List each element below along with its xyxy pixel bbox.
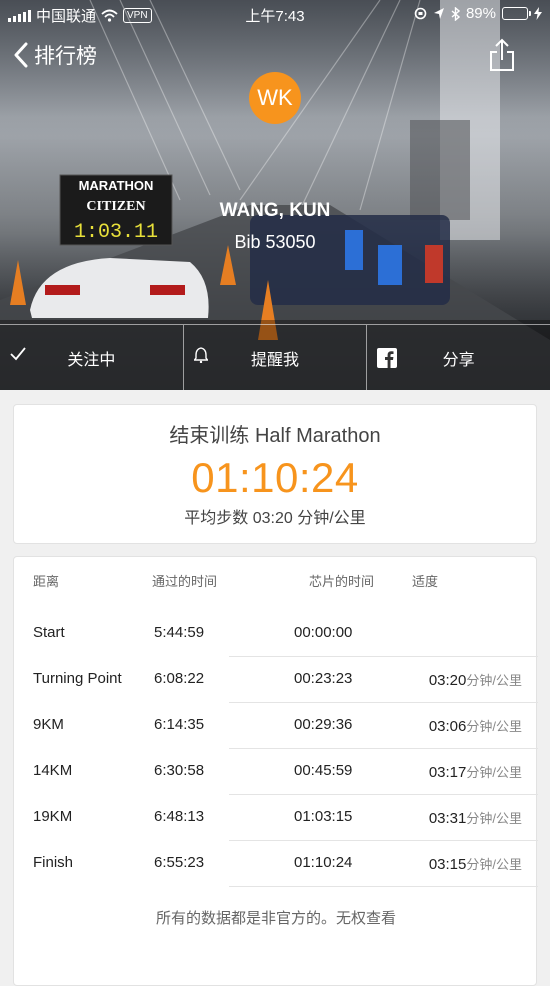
status-bar: 中国联通 VPN 上午7:43 89% (0, 0, 550, 28)
status-right-group: 89% (414, 5, 542, 22)
bluetooth-icon (451, 6, 460, 21)
table-row[interactable]: Finish 6:55:23 01:10:24 03:15分钟/公里 (14, 841, 538, 887)
avatar: WK (249, 72, 301, 124)
runner-name: WANG, KUN (219, 200, 331, 221)
row-pace-value: 03:20 (428, 672, 467, 689)
pace-unit: 分钟/公里 (466, 857, 522, 872)
pace-unit: 分钟/公里 (466, 811, 522, 826)
battery-percent: 89% (465, 5, 496, 22)
row-distance: 19KM (33, 808, 73, 825)
row-chip-time: 00:23:23 (294, 670, 353, 687)
chevron-left-icon (14, 42, 28, 68)
row-chip-time: 00:45:59 (294, 762, 353, 779)
orientation-lock-icon (414, 7, 427, 20)
board-title: MARATHON (79, 178, 154, 193)
row-distance: 14KM (33, 762, 73, 779)
row-pass-time: 6:30:58 (154, 762, 205, 779)
row-pace-value: 03:06 (428, 718, 467, 735)
row-chip-time: 00:29:36 (294, 716, 353, 733)
share-label: 分享 (442, 351, 475, 369)
row-chip-time: 00:00:00 (294, 624, 353, 641)
checkmark-icon (10, 347, 26, 361)
row-pass-time: 6:48:13 (154, 808, 205, 825)
finish-time: 01:10:24 (191, 454, 359, 501)
remind-button[interactable]: 提醒我 (182, 325, 367, 390)
row-chip-time: 01:03:15 (294, 808, 353, 825)
row-distance: Turning Point (33, 670, 122, 687)
pace-unit: 分钟/公里 (466, 673, 522, 688)
facebook-share-button[interactable]: 分享 (366, 325, 550, 390)
charging-icon (534, 7, 542, 20)
row-pass-time: 6:08:22 (154, 670, 205, 687)
action-bar: 关注中 提醒我 分享 (0, 324, 550, 390)
row-pass-time: 5:44:59 (154, 624, 205, 641)
row-pace: 03:15分钟/公里 (429, 854, 522, 873)
row-distance: Start (33, 624, 65, 641)
table-row[interactable]: 9KM 6:14:35 00:29:36 03:06分钟/公里 (14, 703, 538, 749)
bell-icon (193, 347, 208, 363)
row-pace: 03:06分钟/公里 (429, 716, 522, 735)
row-pace: 03:20分钟/公里 (429, 670, 522, 689)
disclaimer-note: 所有的数据都是非官方的。无权查看 (155, 910, 396, 927)
header-chip-time: 芯片的时间 (309, 574, 375, 589)
row-chip-time: 01:10:24 (294, 854, 353, 871)
row-pass-time: 6:14:35 (154, 716, 205, 733)
facebook-icon (377, 348, 398, 368)
row-pace-value: 03:15 (428, 856, 467, 873)
summary-card: 结束训练 Half Marathon 01:10:24 平均步数 03:20 分… (13, 404, 537, 544)
hero-banner: MARATHON CITIZEN 1:03.11 中国联通 VPN 上午7:43… (0, 0, 550, 390)
remind-label: 提醒我 (251, 351, 300, 369)
average-pace: 平均步数 03:20 分钟/公里 (184, 510, 366, 527)
pace-unit: 分钟/公里 (466, 765, 522, 780)
table-row[interactable]: 19KM 6:48:13 01:03:15 03:31分钟/公里 (14, 795, 538, 841)
runner-bib: Bib 53050 (234, 232, 316, 252)
follow-label: 关注中 (67, 351, 116, 369)
row-distance: Finish (33, 854, 74, 871)
row-distance: 9KM (33, 716, 64, 733)
row-pace: 03:17分钟/公里 (429, 762, 522, 781)
header-pace: 适度 (412, 574, 439, 589)
pace-unit: 分钟/公里 (466, 719, 522, 734)
table-row[interactable]: 14KM 6:30:58 00:45:59 03:17分钟/公里 (14, 749, 538, 795)
table-row[interactable]: Start 5:44:59 00:00:00 (14, 611, 538, 657)
location-arrow-icon (433, 8, 444, 19)
back-label: 排行榜 (34, 45, 97, 68)
splits-table: 距离 通过的时间 芯片的时间 适度 Start 5:44:59 00:00:00… (13, 556, 538, 986)
follow-button[interactable]: 关注中 (0, 325, 183, 390)
battery-icon (502, 7, 531, 20)
header-distance: 距离 (33, 574, 60, 589)
row-pace-value: 03:31 (428, 810, 467, 827)
share-icon (490, 38, 514, 71)
row-pace-value: 03:17 (428, 764, 467, 781)
row-pass-time: 6:55:23 (154, 854, 205, 871)
table-row[interactable]: Turning Point 6:08:22 00:23:23 03:20分钟/公… (14, 657, 538, 703)
race-title: 结束训练 Half Marathon (169, 425, 381, 447)
share-button[interactable] (488, 38, 516, 77)
back-button[interactable]: 排行榜 (14, 40, 97, 70)
nav-bar: 排行榜 (0, 38, 550, 74)
table-header: 距离 通过的时间 芯片的时间 适度 (14, 571, 538, 591)
header-pass-time: 通过的时间 (152, 574, 218, 589)
row-pace: 03:31分钟/公里 (429, 808, 522, 827)
